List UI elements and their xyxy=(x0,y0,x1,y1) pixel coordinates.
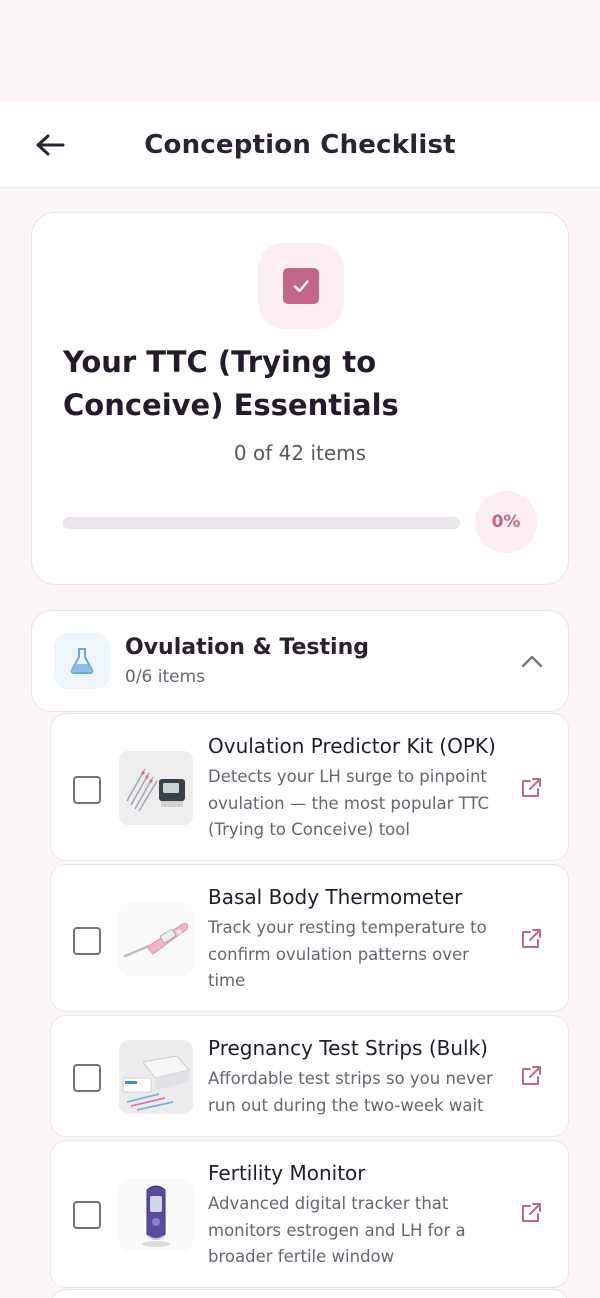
progress-bar xyxy=(63,517,460,529)
item-description: Track your resting temperature to confir… xyxy=(208,918,487,990)
external-link-icon[interactable] xyxy=(518,775,544,801)
external-link-icon[interactable] xyxy=(518,1063,544,1089)
list-item: Ovulation Predictor Kit (OPK) Detects yo… xyxy=(50,713,569,861)
fertility-monitor-image xyxy=(119,1178,193,1252)
thermometer-image xyxy=(119,902,193,976)
list-item: Basal Body Thermometer Track your restin… xyxy=(50,864,569,1012)
item-checkbox[interactable] xyxy=(73,1201,101,1229)
items-count: 0 of 42 items xyxy=(233,441,367,465)
test-strips-image xyxy=(119,1040,193,1114)
item-title: Pregnancy Test Strips (Bulk) xyxy=(208,1036,488,1060)
flask-icon xyxy=(54,633,110,689)
item-checkbox[interactable] xyxy=(73,776,101,804)
summary-title: Your TTC (Trying to Conceive) Essentials xyxy=(63,345,399,422)
chevron-up-icon[interactable] xyxy=(518,647,546,675)
progress-percent: 0% xyxy=(475,491,537,553)
arrow-left-icon xyxy=(36,134,65,155)
page-title: Conception Checklist xyxy=(144,129,456,160)
status-bar-area xyxy=(0,0,600,102)
section-count: 0/6 items xyxy=(125,667,206,687)
item-checkbox[interactable] xyxy=(73,927,101,955)
item-title: Basal Body Thermometer xyxy=(208,885,463,909)
list-item xyxy=(50,1289,569,1298)
external-link-icon[interactable] xyxy=(518,1200,544,1226)
item-description: Affordable test strips so you never run … xyxy=(208,1069,493,1115)
checklist-badge xyxy=(258,243,344,329)
section-header-ovulation-testing[interactable]: Ovulation & Testing 0/6 items xyxy=(31,610,569,712)
item-title: Ovulation Predictor Kit (OPK) xyxy=(208,734,496,758)
external-link-icon[interactable] xyxy=(518,926,544,952)
list-item: Pregnancy Test Strips (Bulk) Affordable … xyxy=(50,1015,569,1137)
summary-card: Your TTC (Trying to Conceive) Essentials… xyxy=(31,212,569,585)
list-item: Fertility Monitor Advanced digital track… xyxy=(50,1140,569,1288)
item-title: Fertility Monitor xyxy=(208,1161,366,1185)
app-header: Conception Checklist xyxy=(0,102,600,188)
opk-kit-image xyxy=(119,751,193,825)
back-button[interactable] xyxy=(28,123,72,167)
section-title: Ovulation & Testing xyxy=(125,635,369,660)
item-checkbox[interactable] xyxy=(73,1064,101,1092)
item-description: Advanced digital tracker that monitors e… xyxy=(208,1194,466,1266)
check-square-icon xyxy=(283,268,319,304)
item-description: Detects your LH surge to pinpoint ovulat… xyxy=(208,767,490,839)
